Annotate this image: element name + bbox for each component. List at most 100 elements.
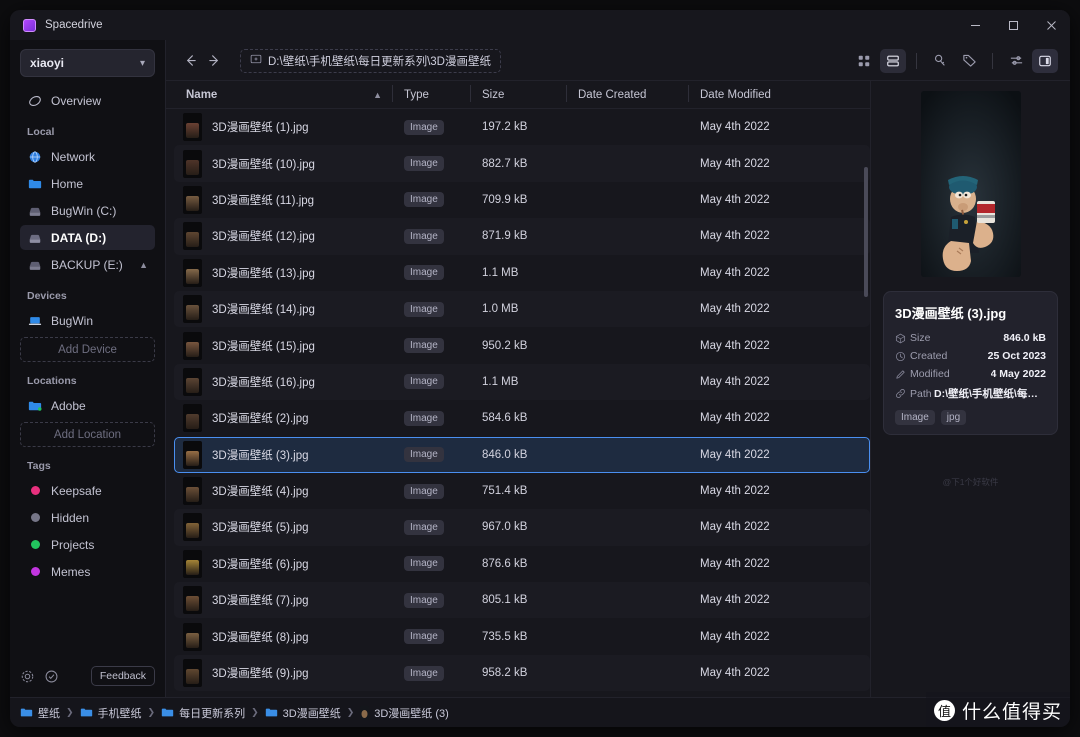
library-name: xiaoyi [30, 56, 65, 70]
table-row[interactable]: 3D漫画壁纸 (15).jpg Image 950.2 kB May 4th 2022 [174, 327, 870, 363]
inspector-meta-created: Created 25 Oct 2023 [895, 350, 1046, 362]
tag-chip-extension[interactable]: jpg [940, 410, 967, 425]
cell-type: Image [392, 374, 470, 390]
table-row[interactable]: 3D漫画壁纸 (1).jpg Image 197.2 kB May 4th 2022 [174, 109, 870, 145]
cell-date-modified: May 4th 2022 [700, 557, 770, 570]
table-row[interactable]: 3D漫画壁纸 (10).jpg Image 882.7 kB May 4th 2022 [174, 145, 870, 182]
minimize-button[interactable] [956, 10, 994, 40]
cell-name: 3D漫画壁纸 (16).jpg [212, 376, 315, 389]
section-title-devices: Devices [27, 290, 67, 302]
gear-icon[interactable] [20, 669, 35, 684]
cell-type: Image [392, 629, 470, 645]
table-row[interactable]: 3D漫画壁纸 (6).jpg Image 876.6 kB May 4th 2022 [174, 546, 870, 582]
add-location-button[interactable]: Add Location [20, 422, 155, 447]
sidebar-tag-projects[interactable]: Projects [20, 532, 155, 557]
folder-icon [265, 706, 278, 719]
grid-view-icon[interactable] [851, 49, 877, 73]
breadcrumb-item[interactable]: 壁纸 [20, 705, 60, 721]
type-badge: Image [404, 192, 444, 208]
sidebar-item-network[interactable]: Network [20, 144, 155, 169]
options-sliders-icon[interactable] [1003, 49, 1029, 73]
sidebar-tag-memes[interactable]: Memes [20, 559, 155, 584]
cell-size: 1.1 MB [482, 375, 519, 388]
path-text: D:\壁纸\手机壁纸\每日更新系列\3D漫画壁纸 [268, 55, 491, 68]
sidebar-item-data-d[interactable]: DATA (D:) [20, 225, 155, 250]
cell-name: 3D漫画壁纸 (11).jpg [212, 194, 315, 207]
table-row[interactable]: 3D漫画壁纸 (11).jpg Image 709.9 kB May 4th 2022 [174, 182, 870, 218]
add-device-button[interactable]: Add Device [20, 337, 155, 362]
table-row[interactable]: 3D漫画壁纸 (5).jpg Image 967.0 kB May 4th 2022 [174, 509, 870, 546]
breadcrumb: 壁纸 ❯ 手机壁纸 ❯ 每日更新系列 ❯ 3D漫画壁纸 ❯ 3D漫画壁纸 (3) [20, 705, 449, 721]
forward-arrow-icon[interactable] [202, 49, 226, 73]
type-badge: Image [404, 665, 444, 681]
maximize-button[interactable] [994, 10, 1032, 40]
watermark-badge: 值 [933, 700, 955, 721]
sidebar-item-adobe[interactable]: Adobe [20, 393, 155, 418]
back-arrow-icon[interactable] [178, 49, 202, 73]
sidebar-item-bugwin-c[interactable]: BugWin (C:) [20, 198, 155, 223]
inspector-panel: 3D漫画壁纸 (3).jpg Size 846.0 kB Created 25 … [870, 81, 1070, 697]
sort-ascending-icon: ▲ [373, 89, 382, 100]
table-row[interactable]: 3D漫画壁纸 (2).jpg Image 584.6 kB May 4th 2022 [174, 400, 870, 436]
column-header-name[interactable]: Name ▲ [174, 89, 392, 101]
cell-name: 3D漫画壁纸 (12).jpg [212, 231, 315, 244]
breadcrumb-item[interactable]: 3D漫画壁纸 [265, 705, 341, 721]
cell-type: Image [392, 156, 470, 172]
cell-date-modified: May 4th 2022 [700, 448, 770, 461]
sidebar-item-home[interactable]: Home [20, 171, 155, 196]
panel-watermark: @下1个好软件 [942, 477, 999, 487]
cell-type: Image [392, 338, 470, 354]
vertical-scrollbar[interactable] [864, 167, 868, 297]
file-thumbnail [183, 404, 202, 433]
meta-value: D:\壁纸\手机壁纸\每日更... [934, 388, 1046, 400]
tag-icon[interactable] [956, 49, 982, 73]
cell-type: Image [392, 192, 470, 208]
path-bar[interactable]: D:\壁纸\手机壁纸\每日更新系列\3D漫画壁纸 [240, 48, 501, 73]
column-header-size[interactable]: Size [470, 84, 566, 102]
cell-name: 3D漫画壁纸 (13).jpg [212, 267, 315, 280]
sidebar-tag-keepsafe[interactable]: Keepsafe [20, 478, 155, 503]
folder-icon [27, 398, 43, 414]
check-circle-icon[interactable] [44, 669, 59, 684]
table-row[interactable]: 3D漫画壁纸 (8).jpg Image 735.5 kB May 4th 2022 [174, 618, 870, 654]
cell-name: 3D漫画壁纸 (8).jpg [212, 631, 309, 644]
key-icon[interactable] [927, 49, 953, 73]
laptop-icon [27, 313, 43, 329]
table-row[interactable]: 3D漫画壁纸 (13).jpg Image 1.1 MB May 4th 2022 [174, 255, 870, 291]
file-thumbnail [183, 586, 202, 615]
table-row[interactable]: 3D漫画壁纸 (14).jpg Image 1.0 MB May 4th 2022 [174, 290, 870, 328]
feedback-button[interactable]: Feedback [90, 666, 155, 686]
sidebar: xiaoyi ▾ Overview Local Network Home Bug… [10, 40, 165, 697]
sidebar-tag-hidden[interactable]: Hidden [20, 505, 155, 530]
type-badge: Image [404, 374, 444, 390]
cell-size: 876.6 kB [482, 557, 528, 570]
table-row[interactable]: 3D漫画壁纸 (12).jpg Image 871.9 kB May 4th 2022 [174, 218, 870, 255]
library-selector[interactable]: xiaoyi ▾ [20, 49, 155, 77]
tag-dot-icon [27, 564, 43, 580]
eject-icon[interactable]: ▲ [139, 260, 148, 270]
cell-type: Image [392, 265, 470, 281]
table-row[interactable]: 3D漫画壁纸 (4).jpg Image 751.4 kB May 4th 2022 [174, 473, 870, 509]
column-header-type[interactable]: Type [392, 84, 470, 102]
breadcrumb-item[interactable]: 每日更新系列 [161, 705, 245, 721]
type-badge: Image [404, 156, 444, 172]
table-row[interactable]: 3D漫画壁纸 (3).jpg Image 846.0 kB May 4th 2022 [174, 436, 870, 473]
inspector-meta-size: Size 846.0 kB [895, 332, 1046, 344]
table-row[interactable]: 3D漫画壁纸 (9).jpg Image 958.2 kB May 4th 2022 [174, 654, 870, 692]
sidebar-item-overview[interactable]: Overview [20, 88, 155, 113]
overview-icon [27, 93, 43, 109]
column-header-date-modified[interactable]: Date Modified [688, 84, 870, 102]
close-button[interactable] [1032, 10, 1070, 40]
sidebar-item-backup-e[interactable]: BACKUP (E:) ▲ [20, 252, 155, 277]
column-header-date-created[interactable]: Date Created [566, 84, 688, 102]
tag-chip-kind[interactable]: Image [895, 410, 935, 425]
breadcrumb-current-file[interactable]: 3D漫画壁纸 (3) [360, 705, 449, 721]
inspector-panel-icon[interactable] [1032, 48, 1058, 73]
breadcrumb-item[interactable]: 手机壁纸 [80, 705, 142, 721]
folder-icon [20, 706, 33, 719]
meta-value: 25 Oct 2023 [987, 350, 1046, 362]
table-row[interactable]: 3D漫画壁纸 (7).jpg Image 805.1 kB May 4th 2022 [174, 582, 870, 619]
sidebar-item-bugwin-device[interactable]: BugWin [20, 308, 155, 333]
table-row[interactable]: 3D漫画壁纸 (16).jpg Image 1.1 MB May 4th 2022 [174, 363, 870, 401]
list-view-icon[interactable] [880, 48, 906, 73]
